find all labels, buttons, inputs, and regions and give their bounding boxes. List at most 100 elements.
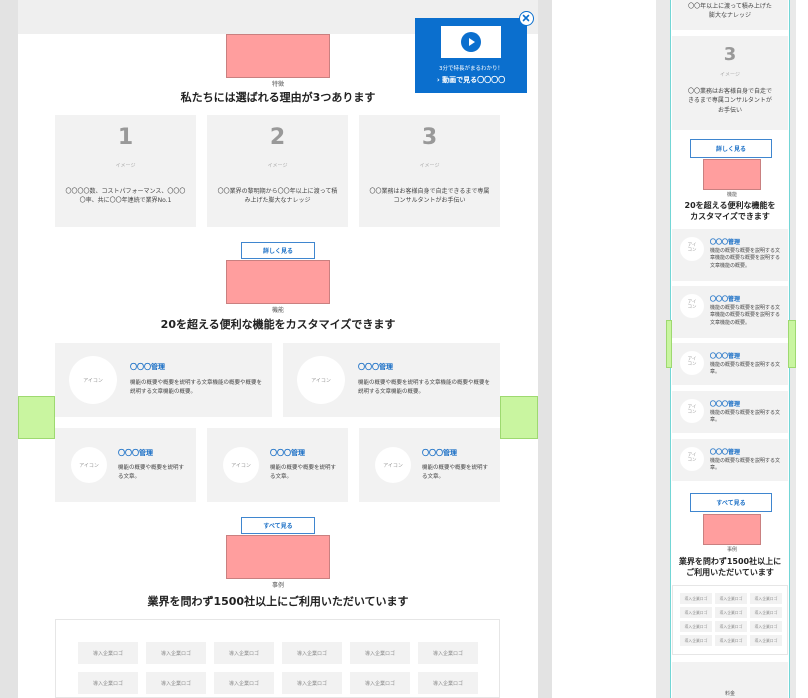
feature-desc: 機能の概要や概要を説明する文章機能の概要や概要を説明する文章機能の概要。: [358, 380, 491, 395]
client-logo: 導入企業ロゴ: [350, 642, 410, 664]
reason-image-label: イメージ: [267, 163, 288, 169]
feature-icon-placeholder: アイコン: [69, 356, 117, 404]
client-logo: 導入企業ロゴ: [214, 642, 274, 664]
feature-desc: 機能の概要な概要を説明する文章機能の概要な概要を説明する文章機能の概要。: [710, 305, 781, 326]
reason-text: 〇〇業務はお客様自身で自走できるまで専属コンサルタントがお手伝い: [687, 88, 772, 114]
feature-title: 〇〇〇管理: [710, 296, 741, 303]
feature-title: 〇〇〇管理: [270, 449, 305, 457]
reason-image-label: イメージ: [720, 72, 740, 78]
client-logo: 導入企業ロゴ: [750, 593, 782, 604]
video-thumbnail[interactable]: [441, 26, 501, 58]
feature-desc: 機能の概要や概要を説明する文章。: [118, 465, 185, 480]
feature-icon-placeholder: アイ コン: [680, 351, 704, 375]
features-title: 20を超える便利な機能をカスタマイズできます: [160, 318, 396, 331]
client-logo: 導入企業ロゴ: [282, 672, 342, 694]
mobile-features-all-button[interactable]: すべて見る: [690, 493, 772, 512]
feature-desc: 機能の概要な概要を説明する文章。: [710, 458, 781, 472]
feature-title: 〇〇〇管理: [422, 449, 457, 457]
reason-image-label: イメージ: [115, 163, 136, 169]
reason-text: 〇〇業務はお客様自身で自走できるまで専属コンサルタントがお手伝い: [369, 188, 490, 205]
mobile-feature-item[interactable]: アイ コン 〇〇〇管理 機能の概要な概要を説明する文章。: [672, 439, 788, 481]
reasons-more-button[interactable]: 詳しく見る: [241, 242, 315, 259]
client-logo: 導入企業ロゴ: [418, 642, 478, 664]
feature-desc: 機能の概要な概要を説明する文章。: [710, 410, 781, 424]
feature-title: 〇〇〇管理: [710, 239, 741, 246]
video-popup[interactable]: 3分で特長がまるわかり！ › 動画で見る〇〇〇〇: [415, 18, 527, 93]
client-logo: 導入企業ロゴ: [715, 621, 747, 632]
feature-card-small-2[interactable]: アイコン 〇〇〇管理 機能の概要や概要を説明する文章。: [207, 428, 348, 502]
feature-icon-placeholder: アイコン: [223, 447, 259, 483]
mobile-feature-item[interactable]: アイ コン 〇〇〇管理 機能の概要な概要を説明する文章。: [672, 343, 788, 385]
feature-desc: 機能の概要や概要を説明する文章。: [422, 465, 489, 480]
client-logo: 導入企業ロゴ: [146, 672, 206, 694]
play-icon[interactable]: [461, 32, 481, 52]
mobile-reasons-more-button[interactable]: 詳しく見る: [690, 139, 772, 158]
reason-text: 〇〇〇〇数、コストパフォーマンス、〇〇〇〇率、共に〇〇年連続で業界No.1: [65, 188, 186, 205]
feature-icon-placeholder: アイ コン: [680, 237, 704, 261]
mobile-features-title: 20を超える便利な機能を カスタマイズできます: [672, 200, 788, 222]
feature-card-small-1[interactable]: アイコン 〇〇〇管理 機能の概要や概要を説明する文章。: [55, 428, 196, 502]
feature-icon-placeholder: アイコン: [71, 447, 107, 483]
feature-desc: 機能の概要な概要を説明する文章。: [710, 362, 781, 376]
close-icon[interactable]: [519, 11, 534, 26]
client-logo: 導入企業ロゴ: [680, 635, 712, 646]
feature-desc: 機能の概要や概要を説明する文章機能の概要や概要を説明する文章機能の概要。: [130, 380, 263, 395]
cases-title: 業界を問わず1500社以上にご利用いただいています: [147, 595, 409, 608]
feature-title: 〇〇〇管理: [710, 353, 741, 360]
feature-icon-placeholder: アイコン: [297, 356, 345, 404]
logo-grid: 導入企業ロゴ 導入企業ロゴ 導入企業ロゴ 導入企業ロゴ 導入企業ロゴ 導入企業ロ…: [55, 619, 500, 698]
cases-image-placeholder: [226, 535, 330, 579]
carousel-next-marker[interactable]: [500, 396, 538, 439]
client-logo: 導入企業ロゴ: [750, 607, 782, 618]
reasons-caption: 特徴: [271, 81, 284, 88]
reason-text: 〇〇業界の黎明期から〇〇年以上に渡って積み上げた膨大なナレッジ: [217, 188, 338, 205]
feature-card-large-1[interactable]: アイコン 〇〇〇管理 機能の概要や概要を説明する文章機能の概要や概要を説明する文…: [55, 343, 272, 417]
feature-desc: 機能の概要や概要を説明する文章。: [270, 465, 337, 480]
feature-title: 〇〇〇管理: [358, 363, 393, 371]
mobile-bottom-caption: 料金: [724, 691, 735, 697]
feature-card-small-3[interactable]: アイコン 〇〇〇管理 機能の概要や概要を説明する文章。: [359, 428, 500, 502]
video-link[interactable]: › 動画で見る〇〇〇〇: [415, 75, 527, 85]
mobile-cases-caption: 事例: [726, 547, 737, 553]
mobile-features-caption: 機能: [726, 192, 737, 198]
client-logo: 導入企業ロゴ: [680, 593, 712, 604]
carousel-prev-marker[interactable]: [18, 396, 55, 439]
feature-desc: 機能の概要な概要を説明する文章機能の概要な概要を説明する文章機能の概要。: [710, 248, 781, 269]
feature-title: 〇〇〇管理: [130, 363, 165, 371]
mobile-feature-item[interactable]: アイ コン 〇〇〇管理 機能の概要な概要を説明する文章機能の概要な概要を説明する…: [672, 286, 788, 338]
reasons-image-placeholder: [226, 34, 330, 78]
features-all-button[interactable]: すべて見る: [241, 517, 315, 534]
mobile-cases-image-placeholder: [703, 514, 761, 545]
feature-title: 〇〇〇管理: [710, 401, 741, 408]
cases-caption: 事例: [271, 582, 284, 589]
mobile-bottom-section: 料金: [672, 662, 788, 698]
mobile-cases-title: 業界を問わず1500社以上に ご利用いただいています: [672, 556, 788, 578]
reason-number: 1: [117, 125, 134, 150]
mobile-reason-text: 〇〇年以上に渡って積み上げた膨大なナレッジ: [688, 3, 772, 20]
mobile-features-title-line2: カスタマイズできます: [690, 212, 770, 222]
feature-icon-placeholder: アイコン: [375, 447, 411, 483]
client-logo: 導入企業ロゴ: [715, 607, 747, 618]
feature-icon-placeholder: アイ コン: [680, 294, 704, 318]
reason-card-1: 1 イメージ 〇〇〇〇数、コストパフォーマンス、〇〇〇〇率、共に〇〇年連続で業界…: [55, 115, 196, 227]
mobile-feature-item[interactable]: アイ コン 〇〇〇管理 機能の概要な概要を説明する文章。: [672, 391, 788, 433]
video-caption: 3分で特長がまるわかり！: [438, 66, 503, 72]
mobile-features-title-line1: 20を超える便利な機能を: [684, 201, 776, 210]
client-logo: 導入企業ロゴ: [750, 635, 782, 646]
reason-number: 3: [421, 125, 438, 150]
mobile-next-marker[interactable]: [788, 320, 796, 368]
reason-number: 3: [723, 44, 737, 65]
reason-number: 2: [269, 125, 286, 150]
client-logo: 導入企業ロゴ: [750, 621, 782, 632]
reason-card-2: 2 イメージ 〇〇業界の黎明期から〇〇年以上に渡って積み上げた膨大なナレッジ: [207, 115, 348, 227]
mobile-feature-item[interactable]: アイ コン 〇〇〇管理 機能の概要な概要を説明する文章機能の概要な概要を説明する…: [672, 229, 788, 281]
client-logo: 導入企業ロゴ: [680, 607, 712, 618]
client-logo: 導入企業ロゴ: [214, 672, 274, 694]
mobile-reason-card-2-tail: 〇〇年以上に渡って積み上げた膨大なナレッジ: [672, 0, 788, 30]
mobile-reason-card-3: 3 イメージ 〇〇業務はお客様自身で自走できるまで専属コンサルタントがお手伝い: [672, 36, 788, 130]
client-logo: 導入企業ロゴ: [282, 642, 342, 664]
mobile-cases-title-line2: ご利用いただいています: [686, 568, 774, 578]
reason-image-label: イメージ: [419, 163, 440, 169]
feature-card-large-2[interactable]: アイコン 〇〇〇管理 機能の概要や概要を説明する文章機能の概要や概要を説明する文…: [283, 343, 500, 417]
client-logo: 導入企業ロゴ: [78, 672, 138, 694]
